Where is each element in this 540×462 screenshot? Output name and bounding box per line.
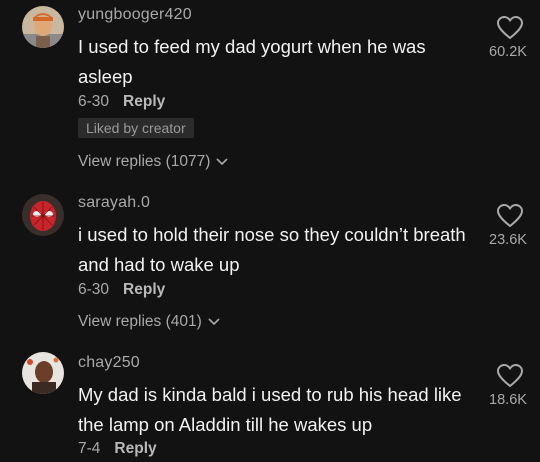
- like-button[interactable]: 23.6K: [470, 204, 540, 248]
- spiderman-avatar-icon: [22, 194, 64, 236]
- like-count: 60.2K: [489, 44, 527, 60]
- reply-button[interactable]: Reply: [123, 93, 165, 110]
- view-replies-button[interactable]: View replies (401): [78, 313, 220, 331]
- liked-by-creator-badge: Liked by creator: [78, 118, 194, 138]
- chevron-down-icon: [208, 318, 220, 326]
- view-replies-label: View replies (401): [78, 313, 202, 330]
- like-count: 23.6K: [489, 232, 527, 248]
- view-replies-button[interactable]: View replies (1077): [78, 153, 228, 171]
- avatar[interactable]: [22, 352, 64, 394]
- like-count: 18.6K: [489, 392, 527, 408]
- comment-meta: 6-30 Reply: [78, 93, 165, 111]
- comment-username[interactable]: yungbooger420: [78, 6, 192, 24]
- comment-date: 6-30: [78, 93, 110, 110]
- comment-meta: 7-4 Reply: [78, 440, 157, 458]
- comment-text: I used to feed my dad yogurt when he was…: [78, 36, 426, 87]
- reply-button[interactable]: Reply: [123, 281, 165, 298]
- comment-username[interactable]: sarayah.0: [78, 194, 150, 212]
- photo-avatar-icon: [22, 352, 64, 394]
- comment-date: 7-4: [78, 440, 101, 457]
- cartoon-avatar-icon: [22, 6, 64, 48]
- heart-icon: [497, 16, 523, 40]
- heart-icon: [497, 364, 523, 388]
- like-button[interactable]: 18.6K: [470, 364, 540, 408]
- avatar[interactable]: [22, 194, 64, 236]
- comment-username[interactable]: chay250: [78, 354, 140, 372]
- reply-button[interactable]: Reply: [114, 440, 156, 457]
- avatar[interactable]: [22, 6, 64, 48]
- heart-icon: [497, 204, 523, 228]
- comment-text: i used to hold their nose so they couldn…: [78, 224, 466, 275]
- comment-date: 6-30: [78, 281, 110, 298]
- like-button[interactable]: 60.2K: [470, 16, 540, 60]
- view-replies-label: View replies (1077): [78, 153, 211, 170]
- chevron-down-icon: [216, 158, 228, 166]
- comment-text: My dad is kinda bald i used to rub his h…: [78, 384, 462, 435]
- comment-meta: 6-30 Reply: [78, 281, 165, 299]
